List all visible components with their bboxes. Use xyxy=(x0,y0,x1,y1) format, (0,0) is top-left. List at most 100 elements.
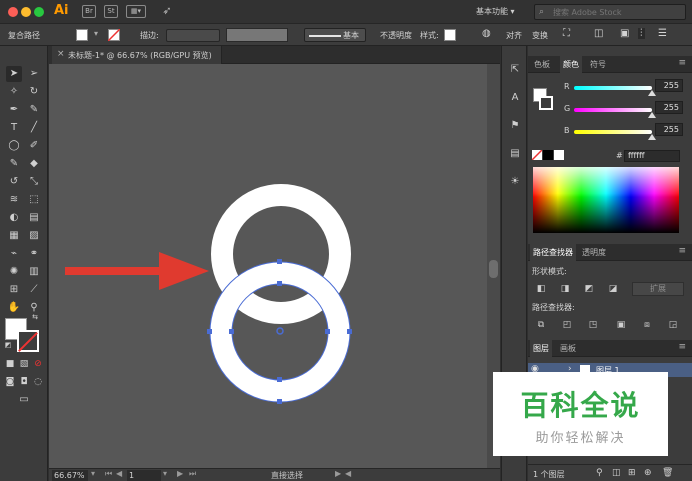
trash-icon[interactable]: 🗑 xyxy=(662,468,673,478)
direct-selection-tool-icon[interactable]: ➢ xyxy=(26,66,42,82)
swap-colors-icon[interactable]: ⇆ xyxy=(30,312,40,322)
minus-back-icon[interactable]: ◲ xyxy=(666,318,680,332)
draw-mode-icon[interactable]: ◙ xyxy=(4,376,16,388)
tab-transparency[interactable]: 透明度 xyxy=(582,247,606,258)
status-arrow-icon[interactable]: ▶ xyxy=(335,469,341,478)
previous-artboard-icon[interactable]: ◀ xyxy=(116,469,122,478)
color-stroke-proxy[interactable] xyxy=(539,96,553,110)
layers-menu-icon[interactable]: ≡ xyxy=(678,342,686,352)
red-slider[interactable] xyxy=(574,86,652,90)
divide-icon[interactable]: ⧉ xyxy=(534,318,548,332)
isolate-icon[interactable]: ⛶ xyxy=(563,28,570,39)
color-mode-icon[interactable]: ■ xyxy=(4,358,16,370)
pathfinder-menu-icon[interactable]: ≡ xyxy=(678,246,686,256)
zoom-window-button[interactable] xyxy=(34,7,44,17)
brush-definition-dropdown[interactable]: 基本 xyxy=(304,28,366,42)
perspective-grid-icon[interactable]: ▤ xyxy=(26,210,42,226)
minimize-window-button[interactable] xyxy=(21,7,31,17)
magic-wand-icon[interactable]: ✧ xyxy=(6,84,22,100)
shape-builder-icon[interactable]: ◐ xyxy=(6,210,22,226)
workspace-switcher[interactable]: 基本功能 ▾ xyxy=(476,6,515,17)
lasso-icon[interactable]: ↻ xyxy=(26,84,42,100)
stock-search[interactable]: ⌕ xyxy=(534,4,686,20)
export-icon[interactable]: ⇱ xyxy=(507,62,523,78)
close-window-button[interactable] xyxy=(8,7,18,17)
send-icon[interactable]: ➶ xyxy=(160,5,174,18)
unite-icon[interactable]: ◧ xyxy=(534,282,548,296)
hand-tool-icon[interactable]: ✋ xyxy=(6,300,22,316)
green-slider[interactable] xyxy=(574,108,652,112)
new-layer-icon[interactable]: ⊕ xyxy=(644,468,652,478)
red-value[interactable]: 255 xyxy=(655,79,683,92)
curvature-tool-icon[interactable]: ✎ xyxy=(26,102,42,118)
screen-mode-icon[interactable]: ▭ xyxy=(16,392,32,408)
pen-tool-icon[interactable]: ✒ xyxy=(6,102,22,118)
artboard-tool-icon[interactable]: ⊞ xyxy=(6,282,22,298)
tab-pathfinder[interactable]: 路径查找器 xyxy=(530,244,576,261)
stock-icon[interactable]: St xyxy=(104,5,118,18)
panel-options-icon[interactable]: ☰ xyxy=(658,28,667,39)
ellipse-tool-icon[interactable]: ◯ xyxy=(6,138,22,154)
locate-object-icon[interactable]: ⚲ xyxy=(596,468,603,478)
bridge-icon[interactable]: Br xyxy=(82,5,96,18)
hex-color-field[interactable]: ffffff xyxy=(624,150,680,162)
artboard-canvas[interactable] xyxy=(49,64,487,468)
current-tool-status[interactable]: 直接选择 xyxy=(271,470,303,481)
eyedropper-icon[interactable]: ⌁ xyxy=(6,246,22,262)
rotate-tool-icon[interactable]: ↺ xyxy=(6,174,22,190)
minus-front-icon[interactable]: ◨ xyxy=(558,282,572,296)
column-graph-icon[interactable]: ▥ xyxy=(26,264,42,280)
first-artboard-icon[interactable]: ⏮ xyxy=(105,469,112,479)
trim-icon[interactable]: ◰ xyxy=(560,318,574,332)
last-artboard-icon[interactable]: ⏭ xyxy=(189,469,196,479)
brightness-icon[interactable]: ☀ xyxy=(507,174,523,190)
exclude-icon[interactable]: ◪ xyxy=(606,282,620,296)
zoom-level-field[interactable]: 66.67% xyxy=(52,470,88,481)
none-mode-icon[interactable]: ⊘ xyxy=(32,358,44,370)
tab-artboards[interactable]: 画板 xyxy=(560,343,576,354)
symbol-sprayer-icon[interactable]: ✺ xyxy=(6,264,22,280)
selection-tool-icon[interactable]: ➤ xyxy=(6,66,22,82)
draw-behind-icon[interactable]: ◘ xyxy=(18,376,30,388)
mesh-tool-icon[interactable]: ▦ xyxy=(6,228,22,244)
gradient-tool-icon[interactable]: ▨ xyxy=(26,228,42,244)
horizontal-scroll-left-icon[interactable]: ◀ xyxy=(345,469,351,478)
align-button[interactable]: 对齐 xyxy=(506,30,522,41)
eraser-icon[interactable]: ◆ xyxy=(26,156,42,172)
line-tool-icon[interactable]: ╱ xyxy=(26,120,42,136)
clipping-mask-icon[interactable]: ◫ xyxy=(612,468,621,478)
blue-slider[interactable] xyxy=(574,130,652,134)
crop-icon[interactable]: ▣ xyxy=(614,318,628,332)
new-sublayer-icon[interactable]: ⊞ xyxy=(628,468,636,478)
warp-tool-icon[interactable]: ≋ xyxy=(6,192,22,208)
draw-inside-icon[interactable]: ◌ xyxy=(32,376,44,388)
blend-tool-icon[interactable]: ⚭ xyxy=(26,246,42,262)
close-tab-icon[interactable]: × xyxy=(57,49,65,59)
none-swatch[interactable] xyxy=(531,149,543,161)
black-swatch[interactable] xyxy=(543,150,553,160)
flag-icon[interactable]: ⚑ xyxy=(507,118,523,134)
free-transform-icon[interactable]: ⬚ xyxy=(26,192,42,208)
green-value[interactable]: 255 xyxy=(655,101,683,114)
fill-dropdown[interactable]: ▾ xyxy=(94,29,106,42)
edit-group-icon[interactable]: ◫ xyxy=(594,28,603,39)
scale-tool-icon[interactable]: ⤡ xyxy=(26,174,42,190)
expand-button[interactable]: 扩展 xyxy=(632,282,684,296)
stroke-weight-field[interactable] xyxy=(166,29,220,42)
paintbrush-icon[interactable]: ✐ xyxy=(26,138,42,154)
next-artboard-icon[interactable]: ▶ xyxy=(177,469,183,478)
graphic-style-swatch[interactable] xyxy=(444,29,456,41)
select-similar-icon[interactable]: ▣ xyxy=(620,28,629,39)
panel-menu-icon[interactable]: ≡ xyxy=(678,58,686,68)
fill-swatch[interactable] xyxy=(76,29,88,41)
opacity-label[interactable]: 不透明度 xyxy=(380,30,412,41)
gradient-mode-icon[interactable]: ▧ xyxy=(18,358,30,370)
artboard-dropdown-icon[interactable]: ▾ xyxy=(163,469,167,478)
blue-value[interactable]: 255 xyxy=(655,123,683,136)
zoom-dropdown-icon[interactable]: ▾ xyxy=(91,469,95,478)
outline-icon[interactable]: ⧈ xyxy=(640,318,654,332)
stroke-swatch[interactable] xyxy=(108,29,120,41)
document-tab[interactable]: × 未标题-1* @ 66.67% (RGB/GPU 预览) xyxy=(52,46,222,64)
arrange-documents-icon[interactable]: ▦▾ xyxy=(126,5,146,18)
slice-tool-icon[interactable]: ⟋ xyxy=(26,282,42,298)
